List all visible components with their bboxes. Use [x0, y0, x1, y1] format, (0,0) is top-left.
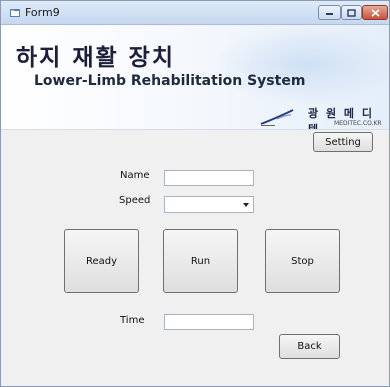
header-banner: 하지 재활 장치 Lower-Limb Rehabilitation Syste… [1, 25, 389, 130]
time-input[interactable] [164, 314, 254, 330]
close-icon [370, 8, 380, 17]
banner-glow [211, 25, 389, 105]
minimize-icon [326, 12, 333, 15]
form-icon [10, 9, 20, 17]
main-window: Form9 하지 재활 장치 Lower-Limb Rehabilitation… [0, 0, 390, 387]
name-label: Name [120, 170, 150, 181]
minimize-button[interactable] [318, 5, 341, 20]
ready-button[interactable]: Ready [64, 229, 139, 293]
company-logo-icon [260, 109, 294, 126]
app-title-korean: 하지 재활 장치 [16, 45, 175, 71]
back-button[interactable]: Back [279, 334, 340, 359]
window-title: Form9 [25, 6, 60, 19]
close-button[interactable] [362, 5, 388, 20]
chevron-down-icon [243, 203, 249, 207]
stop-button[interactable]: Stop [265, 229, 340, 293]
time-label: Time [120, 315, 145, 326]
speed-select[interactable] [164, 196, 254, 213]
maximize-icon [347, 8, 356, 17]
company-url: MEDITEC.CO.KR [334, 120, 382, 127]
app-title-english: Lower-Limb Rehabilitation System [34, 73, 306, 89]
maximize-button[interactable] [341, 5, 362, 20]
title-bar[interactable]: Form9 [1, 1, 389, 25]
run-button[interactable]: Run [163, 229, 238, 293]
name-input[interactable] [164, 170, 254, 186]
setting-button[interactable]: Setting [313, 132, 373, 152]
speed-label: Speed [119, 195, 151, 206]
